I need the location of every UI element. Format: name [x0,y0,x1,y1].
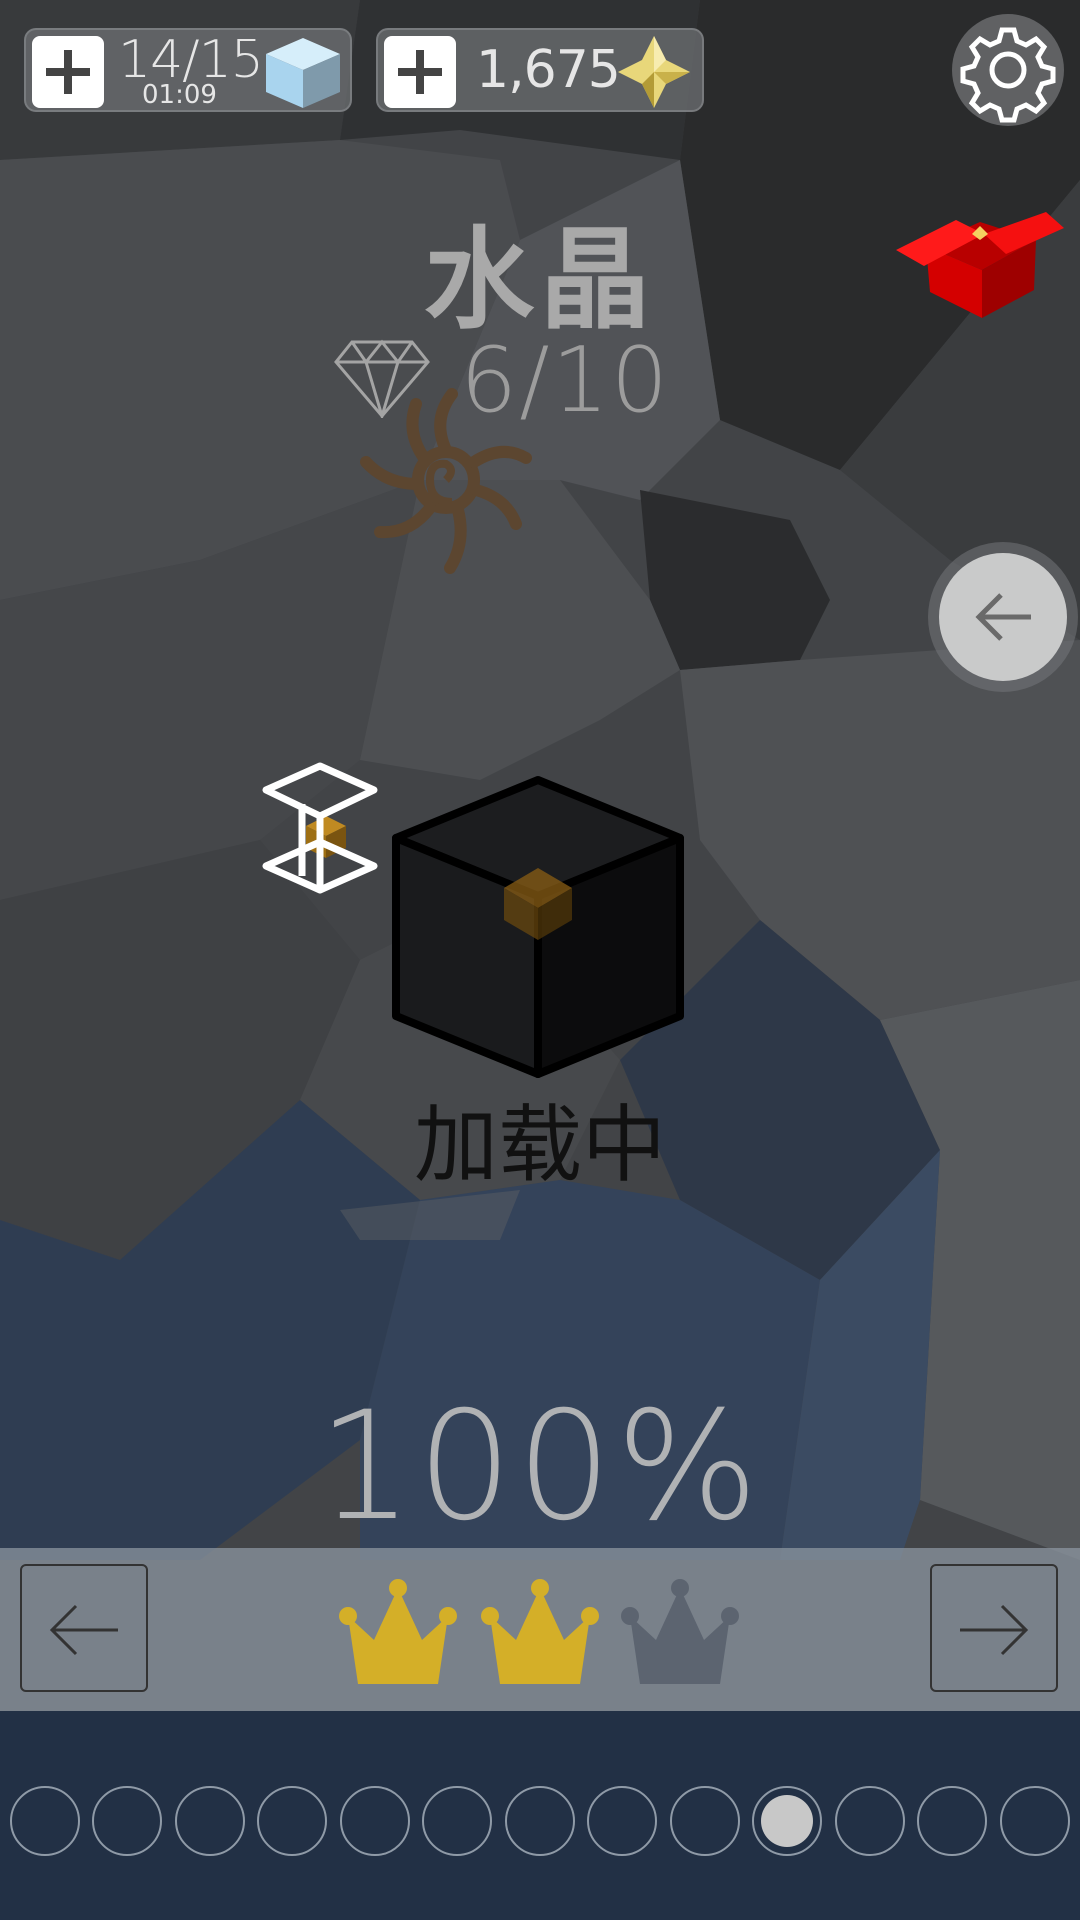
sun-emblem-icon [360,388,532,574]
ice-cube-icon [266,38,340,108]
page-dot-2[interactable] [92,1786,162,1856]
loading-percent: 100% [317,1380,763,1554]
yellow-star-gem-icon [618,36,690,108]
page-dot-5[interactable] [340,1786,410,1856]
add-energy-button[interactable] [32,36,104,108]
level-title: 水晶 [424,216,656,344]
next-level-button[interactable] [930,1564,1058,1692]
page-dot-10-active[interactable] [752,1786,822,1856]
gem-count: 1,675 [476,40,621,100]
wireframe-cube-icon [262,762,378,894]
loading-label: 加载中 [413,1096,666,1194]
gem-counter: 1,675 [376,28,704,112]
loading-cube-icon [392,776,684,1078]
page-dot-8[interactable] [587,1786,657,1856]
page-dot-13[interactable] [1000,1786,1070,1856]
energy-counter: 14/15 01:09 [24,28,352,112]
page-dot-6[interactable] [422,1786,492,1856]
crown-icon-3-empty [621,1579,739,1684]
level-nav-bar [0,1548,1080,1711]
prev-level-button[interactable] [20,1564,148,1692]
arrow-right-icon [960,1604,1029,1656]
arrow-left-icon [49,1604,118,1656]
add-gems-button[interactable] [384,36,456,108]
page-dot-12[interactable] [917,1786,987,1856]
page-dot-11[interactable] [835,1786,905,1856]
gear-icon [960,27,1056,123]
crown-icon-1 [339,1579,457,1684]
page-dot-9[interactable] [670,1786,740,1856]
page-dot-7[interactable] [505,1786,575,1856]
settings-button[interactable] [952,14,1064,126]
arrow-left-icon [975,593,1031,641]
crown-icon-2 [481,1579,599,1684]
page-indicator [0,1786,1080,1862]
page-dot-4[interactable] [257,1786,327,1856]
energy-timer: 01:09 [142,80,217,110]
side-back-button[interactable] [928,542,1078,692]
page-dot-3[interactable] [175,1786,245,1856]
page-dot-1[interactable] [10,1786,80,1856]
